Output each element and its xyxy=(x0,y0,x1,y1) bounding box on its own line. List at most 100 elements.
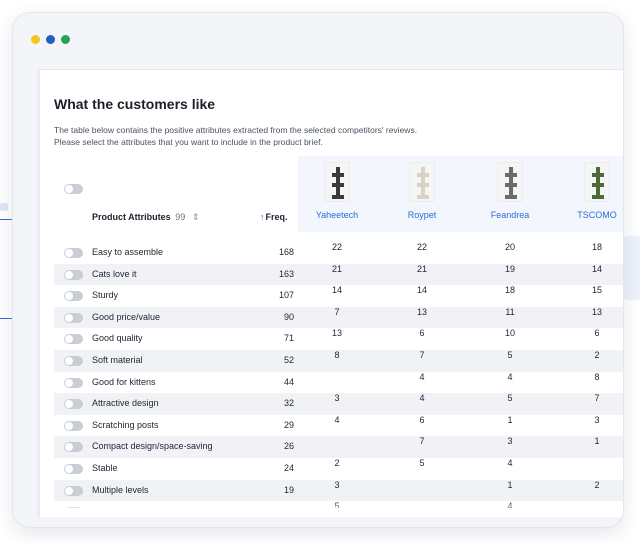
attribute-toggle[interactable] xyxy=(64,420,83,431)
table-row[interactable]: Easy to assemble 168 22 22 20 18 xyxy=(54,242,623,264)
competitor-name[interactable]: Feandrea xyxy=(475,210,545,220)
table-row[interactable]: Multiple levels 19 3 1 2 xyxy=(54,479,623,502)
table-row[interactable]: Attractive design 32 3 4 5 7 xyxy=(54,393,623,415)
competitor-count: 14 xyxy=(416,285,427,296)
sort-updown-icon[interactable]: ⇕ xyxy=(192,212,200,223)
product-attributes-header[interactable]: Product Attributes 99 xyxy=(92,212,185,222)
competitor-count: 20 xyxy=(504,242,515,252)
competitor-name[interactable]: TSCOMO xyxy=(562,210,623,220)
product-thumbnail xyxy=(584,162,610,202)
competitor-count: 1 xyxy=(507,479,513,490)
competitor-count: 15 xyxy=(591,285,602,296)
table-row[interactable]: Good quality 71 13 6 10 6 xyxy=(54,328,623,350)
competitor-count: 5 xyxy=(507,349,513,360)
yellow-dot[interactable] xyxy=(31,35,40,44)
competitor-column-roypet[interactable]: Roypet xyxy=(387,162,457,220)
competitor-column-yaheetech[interactable]: Yaheetech xyxy=(302,162,372,220)
competitor-count: 10 xyxy=(504,328,515,339)
table-row[interactable]: Good for kittens 44 4 4 8 xyxy=(54,371,623,394)
attribute-name: Good for kittens xyxy=(92,376,156,387)
attribute-toggle[interactable] xyxy=(64,442,83,453)
panel-fade xyxy=(40,500,623,517)
competitor-count: 21 xyxy=(331,263,342,274)
attribute-toggle[interactable] xyxy=(64,334,83,345)
competitor-count: 1 xyxy=(507,414,513,425)
competitor-count: 2 xyxy=(594,479,600,490)
attribute-name: Compact design/space-saving xyxy=(92,441,213,452)
frequency-header[interactable]: ↑Freq. xyxy=(260,212,288,222)
competitor-count: 4 xyxy=(507,371,513,382)
attributes-table: Product Attributes 99 ⇕ ↑Freq. Yaheetech… xyxy=(54,156,623,508)
blue-dot[interactable] xyxy=(46,35,55,44)
attribute-frequency: 107 xyxy=(278,290,294,301)
app-window: What the customers like The table below … xyxy=(12,12,624,528)
attribute-name: Good price/value xyxy=(92,311,161,322)
competitor-name[interactable]: Yaheetech xyxy=(302,210,372,220)
product-thumbnail xyxy=(409,162,435,202)
select-all-toggle[interactable] xyxy=(64,184,83,194)
table-row[interactable]: Sturdy 107 14 14 18 15 xyxy=(54,285,623,307)
competitor-count: 11 xyxy=(505,306,515,317)
attribute-toggle[interactable] xyxy=(64,269,83,280)
competitor-count: 4 xyxy=(419,371,425,382)
frequency-label: Freq. xyxy=(265,212,288,222)
competitor-name[interactable]: Roypet xyxy=(387,210,457,220)
attribute-name: Stable xyxy=(92,462,118,473)
table-body: Easy to assemble 168 22 22 20 18 Cats love it 1… xyxy=(54,242,623,508)
attribute-name: Soft material xyxy=(92,354,143,365)
competitor-count: 21 xyxy=(416,263,427,274)
section-description: The table below contains the positive at… xyxy=(54,124,574,148)
competitor-count: 5 xyxy=(419,457,425,468)
competitor-count: 14 xyxy=(331,285,342,296)
competitor-count: 14 xyxy=(591,263,602,274)
competitor-count: 19 xyxy=(504,263,515,274)
table-row[interactable]: Good price/value 90 7 13 11 13 xyxy=(54,306,623,329)
section-title: What the customers like xyxy=(54,96,216,112)
attribute-toggle[interactable] xyxy=(64,355,83,366)
decorative-side-tab xyxy=(624,236,640,300)
table-row[interactable]: Compact design/space-saving 26 7 3 1 xyxy=(54,436,623,458)
attribute-name: Scratching posts xyxy=(92,419,159,430)
window-controls xyxy=(31,35,70,44)
table-row[interactable]: Cats love it 163 21 21 19 14 xyxy=(54,263,623,286)
green-dot[interactable] xyxy=(61,35,70,44)
competitor-count: 3 xyxy=(334,393,340,404)
attribute-toggle[interactable] xyxy=(64,291,83,302)
table-row[interactable]: Soft material 52 8 7 5 2 xyxy=(54,349,623,372)
customer-likes-panel: What the customers like The table below … xyxy=(37,69,623,517)
attribute-name: Sturdy xyxy=(92,290,119,301)
attribute-frequency: 19 xyxy=(283,484,294,495)
attribute-toggle[interactable] xyxy=(64,463,83,474)
competitor-count: 8 xyxy=(594,371,600,382)
competitor-count: 4 xyxy=(334,414,340,425)
competitor-count: 7 xyxy=(419,436,425,447)
attribute-toggle[interactable] xyxy=(64,377,83,388)
attribute-toggle[interactable] xyxy=(64,312,83,323)
competitor-count: 13 xyxy=(591,306,602,317)
competitor-count: 4 xyxy=(419,393,425,404)
product-thumbnail xyxy=(497,162,523,202)
attribute-toggle[interactable] xyxy=(64,248,83,258)
attribute-toggle[interactable] xyxy=(64,399,83,410)
competitor-count: 3 xyxy=(334,479,340,490)
attribute-frequency: 29 xyxy=(283,419,294,430)
attribute-frequency: 163 xyxy=(278,268,294,279)
attribute-frequency: 52 xyxy=(283,354,294,365)
competitor-count: 3 xyxy=(507,436,513,447)
competitor-count: 2 xyxy=(334,457,340,468)
competitor-count: 5 xyxy=(507,393,513,404)
competitor-count: 8 xyxy=(334,349,340,360)
table-row[interactable]: Scratching posts 29 4 6 1 3 xyxy=(54,414,623,437)
competitor-column-feandrea[interactable]: Feandrea xyxy=(475,162,545,220)
table-row[interactable]: Stable 24 2 5 4 xyxy=(54,457,623,480)
description-line-2: Please select the attributes that you wa… xyxy=(54,137,323,147)
competitor-count: 13 xyxy=(416,306,427,317)
competitor-count: 18 xyxy=(504,285,515,296)
competitor-column-tscomo[interactable]: TSCOMO xyxy=(562,162,623,220)
competitor-count: 7 xyxy=(334,306,340,317)
attribute-name: Cats love it xyxy=(92,268,137,279)
product-thumbnail xyxy=(324,162,350,202)
competitor-count: 18 xyxy=(591,242,602,252)
attribute-toggle[interactable] xyxy=(64,485,83,496)
attribute-frequency: 44 xyxy=(283,376,294,387)
